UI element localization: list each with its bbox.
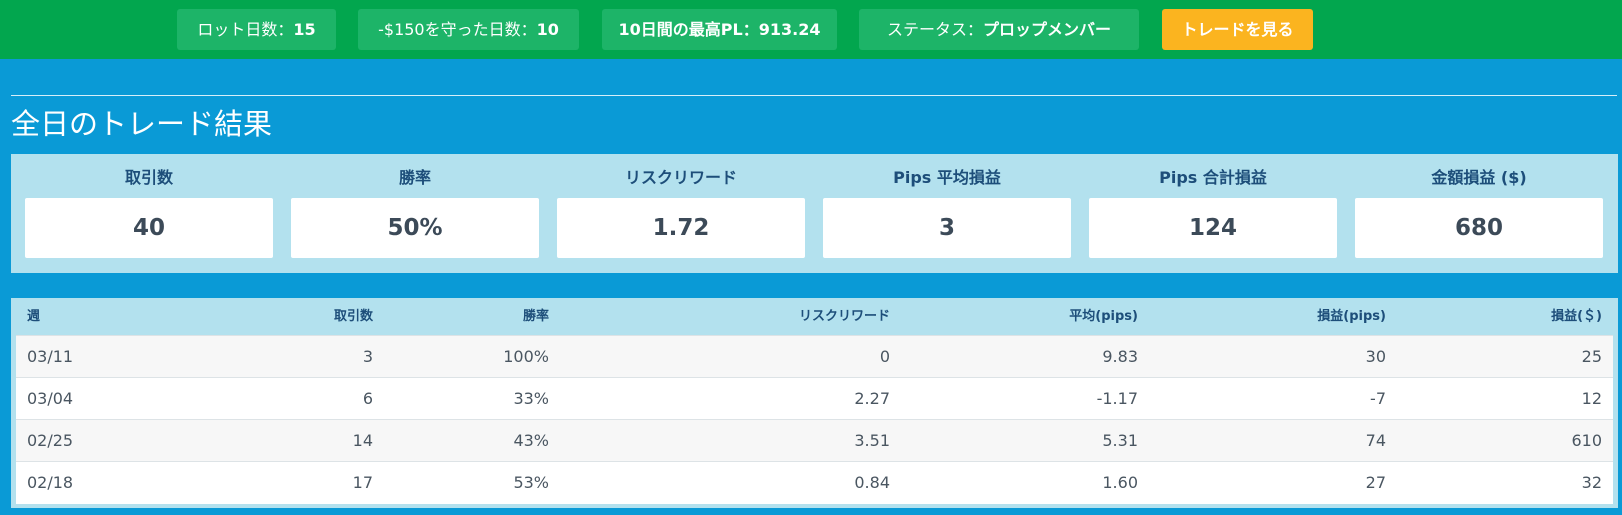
summary-value: 40 — [25, 198, 273, 258]
cell-pl-pips: -7 — [1370, 389, 1386, 408]
page-title: 全日のトレード結果 — [11, 107, 273, 141]
summary-value: 3 — [823, 198, 1071, 258]
column-header-win-rate[interactable]: 勝率 — [384, 298, 560, 336]
cell-trades: 3 — [362, 347, 373, 366]
summary-panel: 取引数 40 勝率 50% リスクリワード 1.72 Pips 平均損益 3 P… — [11, 154, 1618, 273]
cell-win-rate: 100% — [503, 347, 549, 366]
status-label: ステータス： — [886, 20, 983, 39]
summary-card-amount-pl: 金額損益 ($) 680 — [1355, 154, 1603, 273]
kept-days-badge: -$150を守った日数：10 — [358, 9, 579, 50]
cell-risk-reward: 0.84 — [854, 473, 890, 493]
cell-week: 02/25 — [27, 431, 74, 450]
summary-label: 勝率 — [398, 168, 431, 187]
summary-card-trades: 取引数 40 — [25, 154, 273, 273]
cell-pl-amount: 25 — [1581, 347, 1602, 366]
summary-label: Pips 合計損益 — [1159, 168, 1267, 187]
cell-pl-pips: 30 — [1365, 347, 1386, 366]
summary-card-risk-reward: リスクリワード 1.72 — [557, 154, 805, 273]
cell-avg-pips: -1.17 — [1096, 389, 1138, 408]
cell-risk-reward: 3.51 — [854, 431, 890, 450]
max-pl-value: 913.24 — [758, 20, 821, 39]
weekly-results-table: 週 取引数 勝率 リスクリワード 平均(pips) 損益(pips) 損益(＄)… — [16, 298, 1613, 504]
summary-card-pips-total: Pips 合計損益 124 — [1089, 154, 1337, 273]
kept-days-label: -$150を守った日数： — [378, 20, 537, 39]
column-header-risk-reward[interactable]: リスクリワード — [560, 298, 901, 336]
summary-value: 1.72 — [557, 198, 805, 258]
table-row: 03/11 3 100% 0 9.83 30 25 — [16, 335, 1613, 378]
cell-avg-pips: 5.31 — [1102, 431, 1138, 450]
max-pl-label: 10日間の最高PL： — [618, 20, 759, 39]
table-row: 02/25 14 43% 3.51 5.31 74 610 — [16, 419, 1613, 462]
summary-card-win-rate: 勝率 50% — [291, 154, 539, 273]
weekly-results-panel: 週 取引数 勝率 リスクリワード 平均(pips) 損益(pips) 損益(＄)… — [11, 298, 1618, 508]
view-trades-button[interactable]: トレードを見る — [1162, 9, 1313, 50]
cell-week: 03/11 — [27, 347, 74, 366]
summary-label: リスクリワード — [624, 168, 737, 187]
summary-value: 50% — [291, 198, 539, 258]
table-row: 02/18 17 53% 0.84 1.60 27 32 — [16, 461, 1613, 504]
cell-avg-pips: 1.60 — [1102, 473, 1138, 493]
lot-days-label: ロット日数： — [197, 20, 294, 39]
summary-label: 金額損益 ($) — [1431, 168, 1527, 187]
lot-days-badge: ロット日数：15 — [177, 9, 336, 50]
table-row: 03/04 6 33% 2.27 -1.17 -7 12 — [16, 377, 1613, 420]
lot-days-value: 15 — [293, 20, 316, 39]
cell-win-rate: 43% — [513, 431, 549, 450]
cell-trades: 14 — [352, 431, 373, 450]
cell-avg-pips: 9.83 — [1102, 347, 1138, 366]
cell-pl-pips: 74 — [1365, 431, 1386, 450]
cell-pl-amount: 610 — [1571, 431, 1602, 450]
cell-week: 02/18 — [27, 473, 74, 493]
cell-win-rate: 53% — [513, 473, 549, 493]
max-pl-badge: 10日間の最高PL：913.24 — [602, 9, 837, 50]
cell-week: 03/04 — [27, 389, 74, 408]
column-header-avg-pips[interactable]: 平均(pips) — [901, 298, 1149, 336]
cell-pl-pips: 27 — [1365, 473, 1386, 493]
column-header-pl-amount[interactable]: 損益(＄) — [1397, 298, 1613, 336]
cell-pl-amount: 12 — [1581, 389, 1602, 408]
summary-label: Pips 平均損益 — [893, 168, 1001, 187]
status-badge: ステータス：プロップメンバー — [859, 9, 1139, 50]
cell-pl-amount: 32 — [1581, 473, 1602, 493]
column-header-week[interactable]: 週 — [16, 298, 184, 336]
summary-value: 680 — [1355, 198, 1603, 258]
kept-days-value: 10 — [536, 20, 559, 39]
cell-risk-reward: 0 — [879, 347, 890, 366]
cell-trades: 6 — [362, 389, 373, 408]
table-header-row: 週 取引数 勝率 リスクリワード 平均(pips) 損益(pips) 損益(＄) — [16, 298, 1613, 336]
status-value: プロップメンバー — [983, 20, 1112, 39]
top-status-bar: ロット日数：15 -$150を守った日数：10 10日間の最高PL：913.24… — [0, 0, 1622, 59]
summary-card-pips-average: Pips 平均損益 3 — [823, 154, 1071, 273]
summary-label: 取引数 — [124, 168, 173, 187]
cell-trades: 17 — [352, 473, 373, 493]
column-header-pl-pips[interactable]: 損益(pips) — [1149, 298, 1397, 336]
cell-risk-reward: 2.27 — [854, 389, 890, 408]
column-header-trades[interactable]: 取引数 — [184, 298, 384, 336]
summary-value: 124 — [1089, 198, 1337, 258]
cell-win-rate: 33% — [513, 389, 549, 408]
section-divider — [11, 95, 1617, 96]
